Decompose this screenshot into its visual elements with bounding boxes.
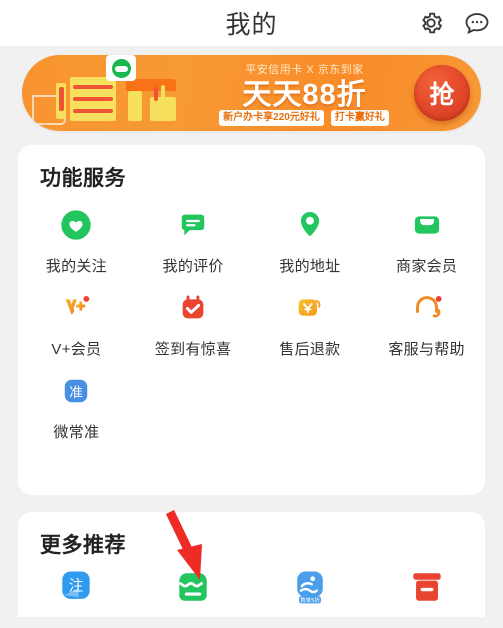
more-item-shop[interactable] [135, 564, 252, 618]
service-item-refund[interactable]: 售后退款 [252, 286, 369, 359]
service-item-weichangzhun[interactable]: 准 微常准 [18, 369, 135, 442]
service-label: 签到有惊喜 [154, 341, 232, 358]
service-label: 我的地址 [279, 258, 341, 275]
service-label: V+会员 [51, 341, 102, 358]
comment-icon [171, 203, 215, 247]
wei-chang-zhun-icon: 准 [54, 369, 98, 413]
banner-tags: 新户办卡享220元好礼 打卡赢好礼 [190, 110, 418, 126]
service-label: 我的关注 [45, 258, 107, 275]
banner-tag-2: 打卡赢好礼 [330, 110, 389, 126]
more-recommendations-card: 更多推荐 注 首单5折 [18, 512, 485, 617]
chat-bubble-icon[interactable] [463, 9, 491, 37]
swim-badge-icon: 首单5折 [287, 564, 333, 610]
service-item-my-reviews[interactable]: 我的评价 [135, 203, 252, 276]
gift-box-icon [404, 564, 450, 610]
app-header: 我的 [0, 0, 503, 46]
brand-logo-icon [106, 55, 136, 81]
service-item-my-follows[interactable]: 我的关注 [18, 203, 135, 276]
promo-banner[interactable]: 平安信用卡 X 京东到家 天天88折 新户办卡享220元好礼 打卡赢好礼 抢 [22, 55, 481, 131]
headset-icon [405, 286, 449, 330]
location-pin-icon [288, 203, 332, 247]
services-title: 功能服务 [40, 167, 126, 190]
banner-tag-1: 新户办卡享220元好礼 [219, 110, 324, 126]
calendar-check-icon [171, 286, 215, 330]
service-item-support[interactable]: 客服与帮助 [368, 286, 485, 359]
service-label: 我的评价 [162, 258, 224, 275]
services-card: 功能服务 我的关注 我的评价 我的地址 商家会员 V+会员 签到有惊喜 售后退款… [18, 145, 485, 495]
swim-badge-text: 首单5折 [300, 596, 320, 604]
zhu-app-icon: 注 [53, 564, 99, 610]
service-item-my-address[interactable]: 我的地址 [252, 203, 369, 276]
v-plus-icon [54, 286, 98, 330]
shop-icon [170, 564, 216, 610]
more-item-swim[interactable]: 首单5折 [252, 564, 369, 618]
heart-circle-icon [54, 203, 98, 247]
more-title: 更多推荐 [40, 534, 126, 557]
service-item-merchant-membership[interactable]: 商家会员 [368, 203, 485, 276]
service-label: 微常准 [53, 424, 100, 441]
my-account-screen: 我的 平安信用卡 X 京东到家 天天88折 新户办卡享220元好礼 打卡赢好礼 … [0, 0, 503, 617]
service-item-checkin[interactable]: 签到有惊喜 [135, 286, 252, 359]
svg-text:准: 准 [69, 385, 83, 401]
header-actions [417, 0, 491, 46]
gear-icon[interactable] [417, 9, 445, 37]
more-item-zhu[interactable]: 注 [18, 564, 135, 618]
service-label: 商家会员 [396, 258, 458, 275]
more-item-gift[interactable] [368, 564, 485, 618]
service-label: 售后退款 [279, 341, 341, 358]
banner-headline: 天天88折 [242, 79, 367, 111]
yen-refund-icon [288, 286, 332, 330]
service-label: 客服与帮助 [388, 341, 465, 358]
grab-button[interactable]: 抢 [414, 65, 470, 121]
more-grid: 注 首单5折 [18, 564, 485, 628]
service-item-vplus-member[interactable]: V+会员 [18, 286, 135, 359]
membership-card-icon [405, 203, 449, 247]
banner-illustration [26, 55, 191, 131]
services-grid: 我的关注 我的评价 我的地址 商家会员 V+会员 签到有惊喜 售后退款 客服与帮… [18, 203, 485, 452]
